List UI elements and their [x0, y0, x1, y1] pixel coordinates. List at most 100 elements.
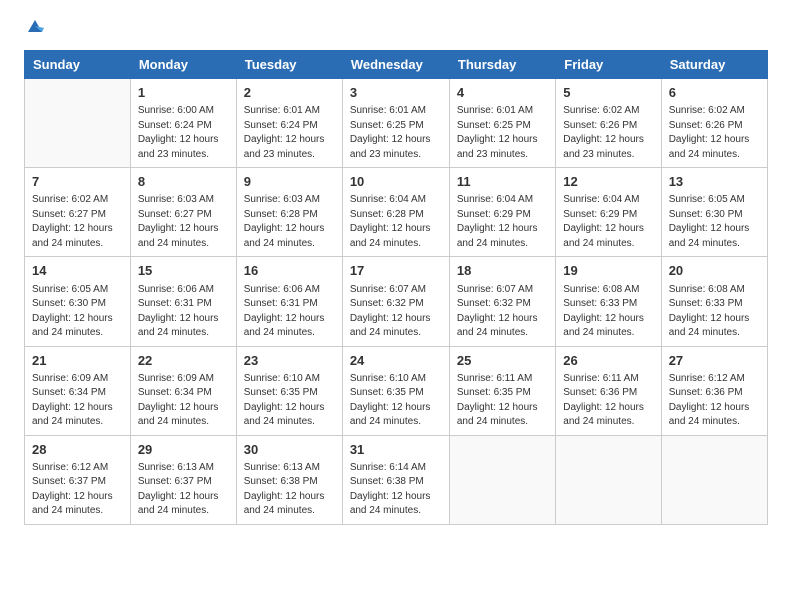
calendar-cell: 30 Sunrise: 6:13 AMSunset: 6:38 PMDayligh… — [236, 435, 342, 524]
calendar-cell: 28 Sunrise: 6:12 AMSunset: 6:37 PMDayligh… — [25, 435, 131, 524]
day-info: Sunrise: 6:04 AMSunset: 6:29 PMDaylight:… — [457, 193, 548, 251]
col-header-thursday: Thursday — [449, 51, 555, 79]
day-info: Sunrise: 6:02 AMSunset: 6:26 PMDaylight:… — [669, 104, 760, 162]
col-header-monday: Monday — [130, 51, 236, 79]
logo — [24, 20, 44, 38]
calendar-cell: 19 Sunrise: 6:08 AMSunset: 6:33 PMDayligh… — [556, 257, 661, 346]
calendar-cell: 17Sunrise: 6:07 AMSunset: 6:32 PMDayligh… — [342, 257, 449, 346]
col-header-sunday: Sunday — [25, 51, 131, 79]
day-number: 21 — [32, 352, 123, 370]
calendar-cell: 27Sunrise: 6:12 AMSunset: 6:36 PMDayligh… — [661, 346, 767, 435]
day-info: Sunrise: 6:12 AMSunset: 6:37 PMDaylight:… — [32, 461, 123, 519]
calendar-cell: 6 Sunrise: 6:02 AMSunset: 6:26 PMDaylight… — [661, 79, 767, 168]
calendar-cell: 29Sunrise: 6:13 AMSunset: 6:37 PMDayligh… — [130, 435, 236, 524]
day-number: 25 — [457, 352, 548, 370]
day-info: Sunrise: 6:05 AMSunset: 6:30 PMDaylight:… — [32, 283, 123, 341]
calendar-cell: 7 Sunrise: 6:02 AMSunset: 6:27 PMDaylight… — [25, 168, 131, 257]
day-number: 10 — [350, 173, 442, 191]
day-number: 9 — [244, 173, 335, 191]
calendar-cell: 23Sunrise: 6:10 AMSunset: 6:35 PMDayligh… — [236, 346, 342, 435]
calendar-cell: 13Sunrise: 6:05 AMSunset: 6:30 PMDayligh… — [661, 168, 767, 257]
calendar-week-0: 1 Sunrise: 6:00 AMSunset: 6:24 PMDaylight… — [25, 79, 768, 168]
day-info: Sunrise: 6:13 AMSunset: 6:37 PMDaylight:… — [138, 461, 229, 519]
day-number: 19 — [563, 262, 653, 280]
day-number: 6 — [669, 84, 760, 102]
calendar-cell: 24 Sunrise: 6:10 AMSunset: 6:35 PMDayligh… — [342, 346, 449, 435]
col-header-wednesday: Wednesday — [342, 51, 449, 79]
calendar-cell: 31 Sunrise: 6:14 AMSunset: 6:38 PMDayligh… — [342, 435, 449, 524]
calendar-cell: 3Sunrise: 6:01 AMSunset: 6:25 PMDaylight… — [342, 79, 449, 168]
calendar-cell: 22 Sunrise: 6:09 AMSunset: 6:34 PMDayligh… — [130, 346, 236, 435]
calendar-cell: 25 Sunrise: 6:11 AMSunset: 6:35 PMDayligh… — [449, 346, 555, 435]
calendar-cell: 26Sunrise: 6:11 AMSunset: 6:36 PMDayligh… — [556, 346, 661, 435]
day-number: 8 — [138, 173, 229, 191]
calendar-cell: 2 Sunrise: 6:01 AMSunset: 6:24 PMDaylight… — [236, 79, 342, 168]
day-info: Sunrise: 6:11 AMSunset: 6:36 PMDaylight:… — [563, 372, 653, 430]
day-number: 14 — [32, 262, 123, 280]
col-header-friday: Friday — [556, 51, 661, 79]
day-number: 24 — [350, 352, 442, 370]
day-number: 17 — [350, 262, 442, 280]
day-number: 7 — [32, 173, 123, 191]
day-number: 18 — [457, 262, 548, 280]
day-number: 5 — [563, 84, 653, 102]
day-info: Sunrise: 6:09 AMSunset: 6:34 PMDaylight:… — [32, 372, 123, 430]
day-info: Sunrise: 6:14 AMSunset: 6:38 PMDaylight:… — [350, 461, 442, 519]
calendar-cell: 10 Sunrise: 6:04 AMSunset: 6:28 PMDayligh… — [342, 168, 449, 257]
day-number: 12 — [563, 173, 653, 191]
col-header-tuesday: Tuesday — [236, 51, 342, 79]
calendar-cell: 1 Sunrise: 6:00 AMSunset: 6:24 PMDaylight… — [130, 79, 236, 168]
calendar-cell — [449, 435, 555, 524]
calendar-cell — [661, 435, 767, 524]
day-info: Sunrise: 6:10 AMSunset: 6:35 PMDaylight:… — [350, 372, 442, 430]
day-info: Sunrise: 6:01 AMSunset: 6:24 PMDaylight:… — [244, 104, 335, 162]
calendar-cell — [556, 435, 661, 524]
calendar-week-2: 14 Sunrise: 6:05 AMSunset: 6:30 PMDayligh… — [25, 257, 768, 346]
calendar-cell: 11 Sunrise: 6:04 AMSunset: 6:29 PMDayligh… — [449, 168, 555, 257]
day-info: Sunrise: 6:02 AMSunset: 6:26 PMDaylight:… — [563, 104, 653, 162]
calendar-header-row: SundayMondayTuesdayWednesdayThursdayFrid… — [25, 51, 768, 79]
day-number: 11 — [457, 173, 548, 191]
day-info: Sunrise: 6:11 AMSunset: 6:35 PMDaylight:… — [457, 372, 548, 430]
calendar-cell: 16Sunrise: 6:06 AMSunset: 6:31 PMDayligh… — [236, 257, 342, 346]
day-info: Sunrise: 6:03 AMSunset: 6:28 PMDaylight:… — [244, 193, 335, 251]
calendar-week-3: 21 Sunrise: 6:09 AMSunset: 6:34 PMDayligh… — [25, 346, 768, 435]
calendar-cell: 12 Sunrise: 6:04 AMSunset: 6:29 PMDayligh… — [556, 168, 661, 257]
day-number: 27 — [669, 352, 760, 370]
day-number: 3 — [350, 84, 442, 102]
col-header-saturday: Saturday — [661, 51, 767, 79]
day-number: 1 — [138, 84, 229, 102]
day-info: Sunrise: 6:04 AMSunset: 6:29 PMDaylight:… — [563, 193, 653, 251]
calendar-cell: 15Sunrise: 6:06 AMSunset: 6:31 PMDayligh… — [130, 257, 236, 346]
calendar-cell: 9 Sunrise: 6:03 AMSunset: 6:28 PMDaylight… — [236, 168, 342, 257]
day-info: Sunrise: 6:01 AMSunset: 6:25 PMDaylight:… — [457, 104, 548, 162]
header — [24, 20, 768, 38]
day-number: 28 — [32, 441, 123, 459]
day-number: 31 — [350, 441, 442, 459]
day-info: Sunrise: 6:09 AMSunset: 6:34 PMDaylight:… — [138, 372, 229, 430]
calendar-week-1: 7 Sunrise: 6:02 AMSunset: 6:27 PMDaylight… — [25, 168, 768, 257]
calendar-cell: 14 Sunrise: 6:05 AMSunset: 6:30 PMDayligh… — [25, 257, 131, 346]
calendar-cell: 20Sunrise: 6:08 AMSunset: 6:33 PMDayligh… — [661, 257, 767, 346]
day-info: Sunrise: 6:04 AMSunset: 6:28 PMDaylight:… — [350, 193, 442, 251]
day-info: Sunrise: 6:07 AMSunset: 6:32 PMDaylight:… — [457, 283, 548, 341]
day-number: 23 — [244, 352, 335, 370]
day-number: 2 — [244, 84, 335, 102]
day-info: Sunrise: 6:06 AMSunset: 6:31 PMDaylight:… — [244, 283, 335, 341]
day-number: 13 — [669, 173, 760, 191]
calendar-week-4: 28 Sunrise: 6:12 AMSunset: 6:37 PMDayligh… — [25, 435, 768, 524]
day-number: 30 — [244, 441, 335, 459]
page: SundayMondayTuesdayWednesdayThursdayFrid… — [0, 0, 792, 612]
day-info: Sunrise: 6:00 AMSunset: 6:24 PMDaylight:… — [138, 104, 229, 162]
day-number: 4 — [457, 84, 548, 102]
day-number: 22 — [138, 352, 229, 370]
day-info: Sunrise: 6:02 AMSunset: 6:27 PMDaylight:… — [32, 193, 123, 251]
day-number: 20 — [669, 262, 760, 280]
calendar-cell: 5 Sunrise: 6:02 AMSunset: 6:26 PMDaylight… — [556, 79, 661, 168]
day-info: Sunrise: 6:13 AMSunset: 6:38 PMDaylight:… — [244, 461, 335, 519]
calendar-cell: 4 Sunrise: 6:01 AMSunset: 6:25 PMDaylight… — [449, 79, 555, 168]
day-info: Sunrise: 6:08 AMSunset: 6:33 PMDaylight:… — [563, 283, 653, 341]
calendar-table: SundayMondayTuesdayWednesdayThursdayFrid… — [24, 50, 768, 525]
calendar-cell: 21 Sunrise: 6:09 AMSunset: 6:34 PMDayligh… — [25, 346, 131, 435]
day-number: 15 — [138, 262, 229, 280]
